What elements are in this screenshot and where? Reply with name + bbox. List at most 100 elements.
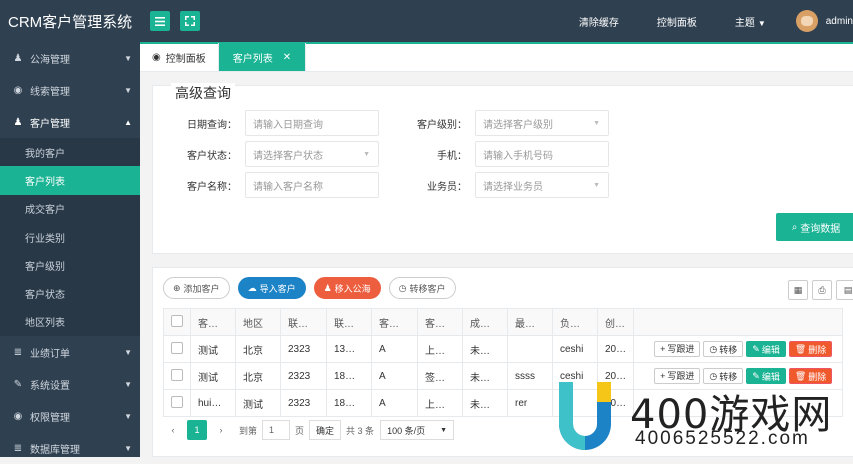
level-select[interactable]: 请选择客户级别	[475, 110, 609, 136]
status-select[interactable]: 请选择客户状态	[245, 141, 379, 167]
page-size-select[interactable]: 100 条/页 ▼	[380, 420, 455, 440]
column-header[interactable]: 客…	[371, 308, 418, 336]
sidebar-item-label: 权限管理	[30, 412, 70, 424]
tab-dashboard[interactable]: ◉ 控制面板	[140, 43, 219, 71]
column-header[interactable]: 客…	[417, 308, 463, 336]
caret-down-icon: ▼	[124, 411, 132, 421]
table-cell: rer	[507, 389, 553, 417]
search-legend: 高级查询	[171, 83, 235, 103]
table-cell: 2323	[280, 389, 327, 417]
transfer-button[interactable]: ◷ 转移	[703, 341, 744, 358]
follow-button[interactable]: + 写跟进	[654, 340, 701, 357]
button-label: 转移客户	[409, 283, 446, 294]
move-to-sea-button[interactable]: ♟ 移入公海	[313, 277, 381, 299]
pagination: ‹ 1 › 到第 1 页 确定 共 3 条 100 条/页 ▼	[163, 420, 455, 440]
avatar[interactable]	[795, 10, 818, 32]
checkbox[interactable]	[171, 368, 183, 381]
column-header[interactable]: 联…	[280, 308, 327, 336]
field-label: 手机：	[437, 150, 467, 162]
search-button[interactable]: ⌕ 查询数据	[776, 213, 853, 241]
sidebar-item-settings[interactable]: ✎ 系统设置 ▼	[0, 368, 140, 400]
user-icon: ♟	[13, 116, 23, 128]
column-header[interactable]: 创…	[596, 308, 635, 336]
column-header[interactable]: 负…	[552, 308, 598, 336]
button-label: 添加客户	[183, 283, 220, 294]
table-cell: 18…	[326, 362, 372, 390]
theme-label: 主题	[734, 17, 755, 29]
app-title: CRM客户管理系统	[8, 13, 133, 31]
checkbox[interactable]	[171, 314, 183, 327]
field-label: 客户状态：	[187, 150, 237, 162]
column-header[interactable]: 最…	[507, 308, 553, 336]
sidebar-item-orders[interactable]: ≣ 业绩订单 ▼	[0, 336, 140, 368]
column-header[interactable]: 客…	[190, 308, 236, 336]
print-icon[interactable]: ⎙	[812, 280, 832, 300]
sidebar-subitem-industries[interactable]: 行业类别	[0, 223, 140, 251]
clear-cache-link[interactable]: 清除缓存	[579, 14, 619, 29]
checkbox[interactable]	[171, 395, 183, 408]
delete-button[interactable]: 🗑 删除	[788, 341, 833, 358]
edit-button[interactable]: ✎ 编辑	[746, 341, 786, 358]
column-header[interactable]: 联…	[326, 308, 372, 336]
op-label: 编辑	[761, 344, 780, 355]
sidebar-item-customers[interactable]: ♟ 客户管理 ▲	[0, 106, 140, 138]
transfer-customer-button[interactable]: ◷ 转移客户	[388, 277, 456, 299]
caret-down-icon: ▼	[440, 426, 448, 434]
table-cell: 未…	[462, 335, 508, 363]
sidebar-subitem-status[interactable]: 客户状态	[0, 279, 140, 307]
sidebar-subitem-my-customers[interactable]: 我的客户	[0, 138, 140, 166]
row-checkbox[interactable]	[163, 389, 191, 417]
export-icon[interactable]: ▤	[836, 280, 853, 300]
checkbox[interactable]	[171, 341, 183, 354]
sidebar-item-leads[interactable]: ◉ 线索管理 ▼	[0, 74, 140, 106]
table-cell: 20…	[596, 335, 635, 363]
sidebar-subitem-customer-list[interactable]: 客户列表	[0, 166, 140, 195]
sidebar-item-sea[interactable]: ♟ 公海管理 ▼	[0, 42, 140, 74]
fullscreen-button[interactable]	[180, 11, 200, 31]
page-size-label: 100 条/页	[387, 425, 426, 436]
sidebar: ♟ 公海管理 ▼ ◉ 线索管理 ▼ ♟ 客户管理 ▲ 我的客户 客户列表 成交客户 行业类别…	[0, 42, 140, 457]
plus-icon: +	[660, 343, 666, 354]
trash-icon: 🗑	[794, 343, 807, 354]
user-name[interactable]: admin	[826, 16, 853, 27]
globe-icon: ◉	[152, 51, 161, 63]
sidebar-item-permissions[interactable]: ◉ 权限管理 ▼	[0, 400, 140, 432]
sidebar-subitem-regions[interactable]: 地区列表	[0, 308, 140, 336]
plus-icon: ⊕	[173, 282, 181, 293]
close-icon[interactable]: ✕	[283, 52, 291, 63]
wrench-icon: ✎	[13, 378, 23, 390]
table-cell: A	[371, 389, 418, 417]
tab-customer-list[interactable]: 客户列表 ✕	[218, 43, 307, 71]
salesman-select[interactable]: 请选择业务员	[475, 172, 609, 198]
column-header[interactable]: 地区	[235, 308, 281, 336]
name-field[interactable]: 请输入客户名称	[245, 172, 379, 198]
next-page-icon[interactable]: ›	[211, 420, 231, 440]
sidebar-subitem-deals[interactable]: 成交客户	[0, 195, 140, 223]
sidebar-item-database[interactable]: ≣ 数据库管理 ▼	[0, 432, 140, 464]
current-page[interactable]: 1	[187, 420, 207, 440]
page-input[interactable]: 1	[262, 420, 291, 440]
add-customer-button[interactable]: ⊕ 添加客户	[163, 277, 230, 299]
row-checkbox[interactable]	[163, 362, 191, 390]
prev-page-icon[interactable]: ‹	[163, 420, 183, 440]
dashboard-link[interactable]: 控制面板	[657, 14, 697, 29]
phone-field[interactable]: 请输入手机号码	[475, 141, 609, 167]
columns-icon[interactable]: ▦	[788, 280, 808, 300]
column-header[interactable]: 成…	[462, 308, 508, 336]
row-checkbox[interactable]	[163, 335, 191, 363]
column-header-ops	[633, 308, 844, 336]
globe-icon: ◉	[13, 84, 23, 96]
sidebar-subitem-levels[interactable]: 客户级别	[0, 251, 140, 279]
theme-dropdown[interactable]: 主题 ▼	[735, 14, 766, 29]
confirm-page-button[interactable]: 确定	[309, 420, 342, 440]
table-cell: ceshi	[552, 335, 598, 363]
tab-label: 客户列表	[232, 53, 273, 65]
menu-toggle-button[interactable]	[150, 11, 170, 31]
import-customer-button[interactable]: ☁ 导入客户	[237, 277, 306, 299]
select-all-checkbox[interactable]	[163, 308, 191, 336]
table-cell: 未…	[462, 389, 508, 417]
field-label: 日期查询：	[187, 119, 237, 131]
date-field[interactable]: 请输入日期查询	[245, 110, 379, 136]
table-cell: 2323	[280, 362, 327, 390]
caret-down-icon: ▼	[124, 443, 132, 453]
